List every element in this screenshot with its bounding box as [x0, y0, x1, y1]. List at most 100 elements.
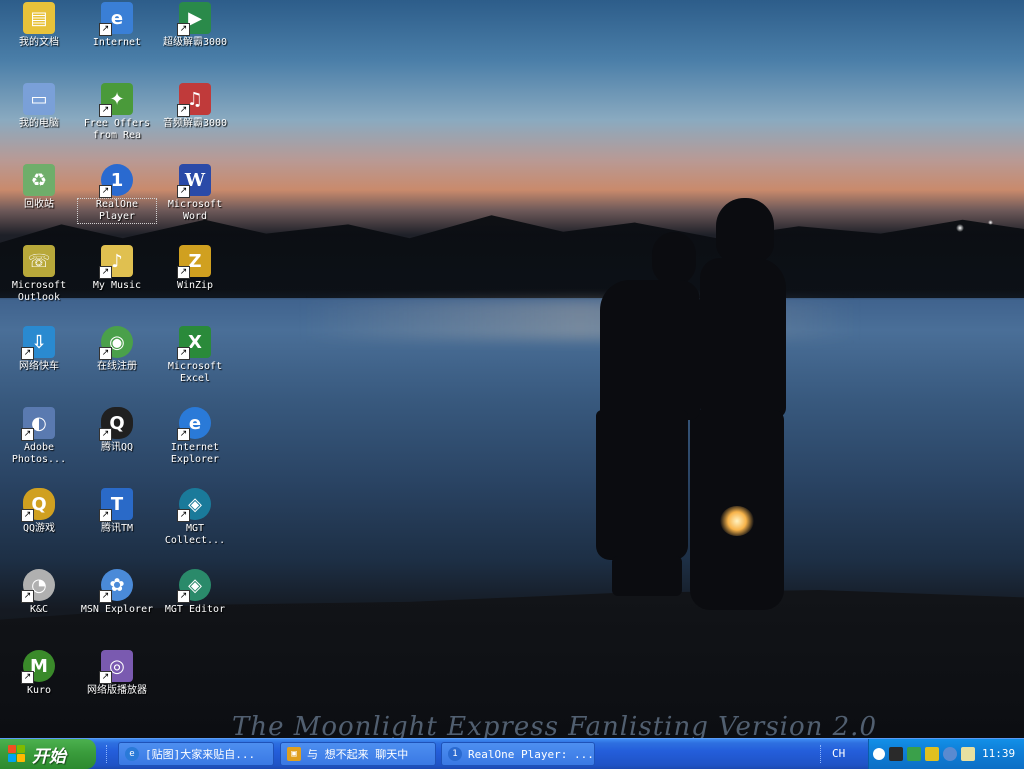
desktop-icon-internet[interactable]: e ↗ Internet	[78, 2, 156, 49]
desktop-icon-label: 腾讯TM	[100, 523, 134, 534]
desktop-icon-msn-explorer[interactable]: ✿ ↗ MSN Explorer	[78, 569, 156, 616]
network-tray-icon[interactable]	[907, 747, 921, 761]
taskbar: 开始 e [贴图]大家来贴自... ▣ 与 想不起来 聊天中 1 RealOne…	[0, 738, 1024, 769]
desktop-icon-tencent-tm[interactable]: T ↗ 腾讯TM	[78, 488, 156, 535]
desktop-icon-microsoft-word[interactable]: W ↗ Microsoft Word	[156, 164, 234, 223]
volume-tray-icon[interactable]	[961, 747, 975, 761]
desktop-icon-label: 超级解霸3000	[162, 37, 228, 48]
security-tray-icon[interactable]	[925, 747, 939, 761]
background-light	[956, 224, 964, 232]
desktop-icon-label: 在线注册	[97, 361, 137, 372]
desktop-icon-label: MGT Collect...	[164, 523, 226, 546]
desktop-icon-label: Internet Explorer	[170, 442, 220, 465]
realone-icon: 1 ↗	[99, 164, 133, 198]
desktop-icon-label: Microsoft Outlook	[11, 280, 67, 303]
desktop-icon-my-documents[interactable]: ▤ 我的文档	[0, 2, 78, 49]
player-icon: ▶ ↗	[177, 2, 211, 36]
desktop-icon-network-player[interactable]: ◎ ↗ 网络版播放器	[78, 650, 156, 697]
start-button-label: 开始	[32, 746, 66, 767]
desktop-icon-label: 回收站	[24, 199, 54, 210]
couple-silhouette-dress	[596, 410, 688, 560]
desktop-icon-mgt-editor[interactable]: ◈ ↗ MGT Editor	[156, 569, 234, 616]
desktop-icon-qq-game[interactable]: Q ↗ QQ游戏	[0, 488, 78, 535]
computer-icon: ▭	[23, 83, 55, 115]
desktop-icon-flashget[interactable]: ⇩ ↗ 网络快车	[0, 326, 78, 373]
start-button[interactable]: 开始	[0, 739, 96, 769]
taskbar-task-chat[interactable]: ▣ 与 想不起来 聊天中	[280, 742, 436, 766]
internet-icon: e ↗	[99, 2, 133, 36]
audio-player-icon: ♫ ↗	[177, 83, 211, 117]
excel-icon: X ↗	[177, 326, 211, 360]
desktop-icon-realone-player[interactable]: 1 ↗ RealOne Player	[77, 164, 157, 224]
couple-silhouette-head	[652, 232, 696, 286]
media-tray-icon[interactable]	[943, 747, 957, 761]
desktop-icon-label: Free Offers from Rea	[83, 118, 151, 141]
desktop-icon-label: Internet	[92, 37, 142, 48]
desktop-icon-label: 网络快车	[19, 361, 59, 372]
desktop-icon-winzip[interactable]: Z ↗ WinZip	[156, 245, 234, 292]
desktop-icon-label: RealOne Player	[77, 198, 157, 224]
taskbar-task-forum[interactable]: e [贴图]大家来贴自...	[118, 742, 274, 766]
qq-game-icon: Q ↗	[21, 488, 55, 522]
desktop-icon-my-computer[interactable]: ▭ 我的电脑	[0, 83, 78, 130]
desktop-icon-label: K&C	[29, 604, 49, 615]
desktop-icon-label: 腾讯QQ	[100, 442, 134, 453]
desktop-icon-label: 音频解霸3000	[162, 118, 228, 129]
desktop-icon-super-decoder[interactable]: ▶ ↗ 超级解霸3000	[156, 2, 234, 49]
winzip-icon: Z ↗	[177, 245, 211, 279]
desktop-icon-label: 我的电脑	[19, 118, 59, 129]
desktop-icon-microsoft-outlook[interactable]: ☏ Microsoft Outlook	[0, 245, 78, 304]
ie-icon: e ↗	[177, 407, 211, 441]
windows-logo-icon	[8, 745, 26, 763]
taskbar-grip[interactable]	[820, 745, 824, 763]
desktop-icon-tencent-qq[interactable]: Q ↗ 腾讯QQ	[78, 407, 156, 454]
background-light	[988, 220, 993, 225]
recycle-bin-icon: ♻	[23, 164, 55, 196]
desktop-icon-label: MSN Explorer	[80, 604, 154, 615]
mgt-collect-icon: ◈ ↗	[177, 488, 211, 522]
language-indicator[interactable]: CH	[832, 747, 845, 760]
desktop-icon-recycle-bin[interactable]: ♻ 回收站	[0, 164, 78, 211]
music-folder-icon: ♪ ↗	[99, 245, 133, 279]
desktop-icon-label: Kuro	[26, 685, 52, 696]
couple-silhouette-head	[716, 198, 774, 262]
desktop-icon-adobe-photoshop[interactable]: ◐ ↗ Adobe Photos...	[0, 407, 78, 466]
taskbar-task-label: RealOne Player: ...	[468, 747, 594, 761]
desktop-icon-label: Microsoft Word	[167, 199, 223, 222]
desktop[interactable]: The Moonlight Express Fanlisting Version…	[0, 0, 1024, 738]
chat-icon: ▣	[287, 747, 301, 761]
ie-icon: e	[125, 747, 139, 761]
desktop-icon-label: MGT Editor	[164, 604, 226, 615]
chevron-left-icon[interactable]	[873, 748, 885, 760]
couple-silhouette-legs	[612, 556, 682, 596]
taskbar-grip[interactable]	[106, 745, 110, 763]
couple-silhouette-body	[600, 280, 700, 420]
desktop-icon-microsoft-excel[interactable]: X ↗ Microsoft Excel	[156, 326, 234, 385]
desktop-icon-online-register[interactable]: ◉ ↗ 在线注册	[78, 326, 156, 373]
desktop-icon-audio-decoder[interactable]: ♫ ↗ 音频解霸3000	[156, 83, 234, 130]
desktop-icon-label: Adobe Photos...	[11, 442, 67, 465]
desktop-icon-label: Microsoft Excel	[167, 361, 223, 384]
realone-icon: 1	[448, 747, 462, 761]
desktop-icon-kuro[interactable]: M ↗ Kuro	[0, 650, 78, 697]
qq-tray-icon[interactable]	[889, 747, 903, 761]
kc-icon: ◔ ↗	[21, 569, 55, 603]
qq-icon: Q ↗	[99, 407, 133, 441]
desktop-icon-my-music[interactable]: ♪ ↗ My Music	[78, 245, 156, 292]
mgt-editor-icon: ◈ ↗	[177, 569, 211, 603]
kuro-icon: M ↗	[21, 650, 55, 684]
download-icon: ⇩ ↗	[21, 326, 55, 360]
desktop-icon-free-offers[interactable]: ✦ ↗ Free Offers from Rea	[78, 83, 156, 142]
desktop-icon-mgt-collect[interactable]: ◈ ↗ MGT Collect...	[156, 488, 234, 547]
taskbar-task-label: [贴图]大家来贴自...	[145, 748, 256, 761]
clock[interactable]: 11:39	[982, 747, 1015, 760]
taskbar-task-label: 与 想不起来 聊天中	[307, 748, 409, 761]
photoshop-icon: ◐ ↗	[21, 407, 55, 441]
taskbar-task-realone[interactable]: 1 RealOne Player: ...	[441, 742, 595, 766]
tm-icon: T ↗	[99, 488, 133, 522]
desktop-icon-internet-explorer[interactable]: e ↗ Internet Explorer	[156, 407, 234, 466]
couple-silhouette-body	[700, 258, 786, 418]
desktop-icon-kc[interactable]: ◔ ↗ K&C	[0, 569, 78, 616]
lantern-glow	[720, 506, 754, 536]
gift-icon: ✦ ↗	[99, 83, 133, 117]
